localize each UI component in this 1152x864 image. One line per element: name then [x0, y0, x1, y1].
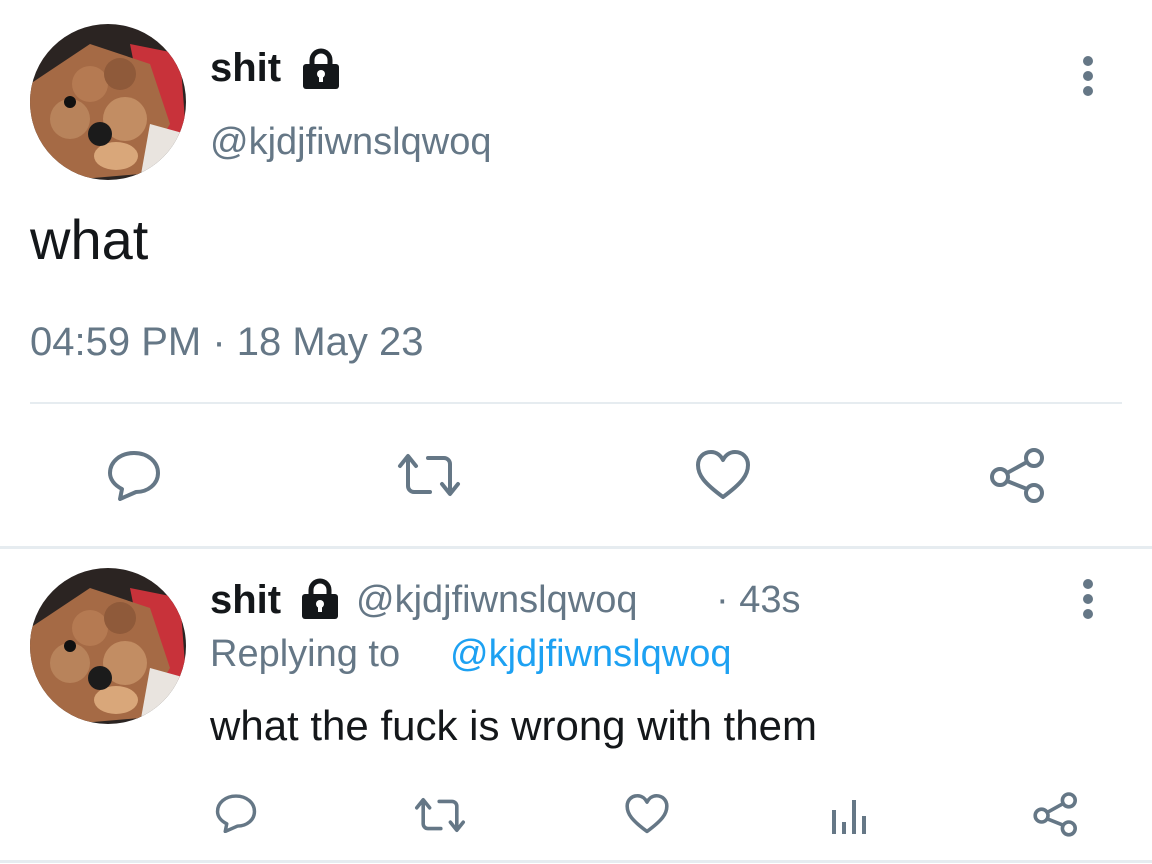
retweet-icon[interactable] — [394, 450, 464, 500]
divider — [30, 402, 1122, 404]
bottom-separator — [0, 860, 1152, 863]
more-options-icon[interactable] — [1078, 55, 1098, 97]
handle[interactable]: @kjdjfiwnslqwoq — [356, 576, 637, 624]
replying-handle-link[interactable]: @kjdjfiwnslqwoq — [450, 630, 731, 678]
dog-avatar-image — [30, 24, 186, 180]
avatar[interactable] — [30, 24, 186, 180]
share-icon[interactable] — [1032, 791, 1080, 837]
share-icon[interactable] — [988, 447, 1048, 503]
tweet-text: what the fuck is wrong with them — [210, 702, 817, 749]
handle[interactable]: @kjdjfiwnslqwoq — [210, 118, 491, 166]
like-icon[interactable] — [694, 449, 752, 501]
display-name[interactable]: shit — [210, 576, 281, 624]
retweet-icon[interactable] — [412, 795, 468, 835]
like-icon[interactable] — [624, 793, 670, 835]
timestamp[interactable]: 04:59 PM · 18 May 23 — [30, 318, 424, 366]
reply-icon[interactable] — [106, 449, 162, 501]
replying-label: Replying to — [210, 633, 401, 675]
lock-icon — [299, 48, 343, 90]
tweet-text: what — [30, 208, 149, 271]
time-ago[interactable]: · 43s — [716, 576, 800, 624]
display-name[interactable]: shit — [210, 44, 281, 92]
reply-icon[interactable] — [214, 793, 258, 833]
more-options-icon[interactable] — [1078, 578, 1098, 620]
analytics-icon[interactable] — [830, 796, 870, 836]
avatar[interactable] — [30, 568, 186, 724]
dog-avatar-image — [30, 568, 186, 724]
lock-icon — [298, 578, 342, 620]
tweet-separator — [0, 546, 1152, 549]
